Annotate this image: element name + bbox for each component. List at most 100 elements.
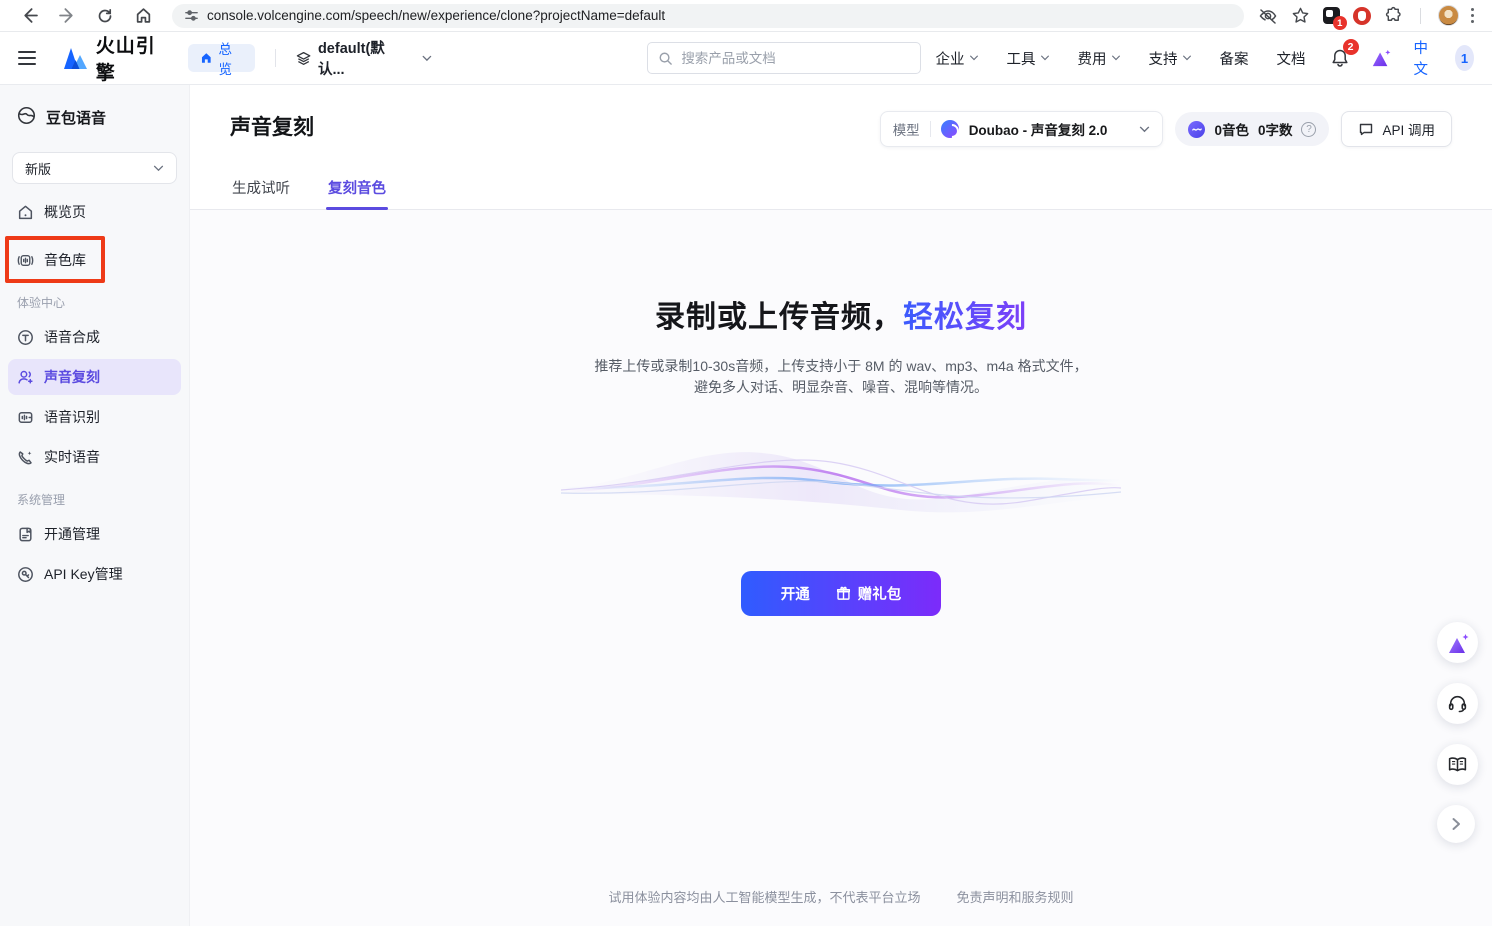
- adblock-extension-icon[interactable]: [1353, 7, 1371, 25]
- sidebar-item-label: 概览页: [44, 202, 86, 222]
- sidebar-item-api-key[interactable]: API Key管理: [8, 556, 181, 592]
- quota-chars: 0字数: [1258, 119, 1293, 139]
- sidebar-item-label: 开通管理: [44, 524, 100, 544]
- browser-menu-icon[interactable]: [1463, 4, 1482, 27]
- nav-menu-billing[interactable]: 费用: [1064, 48, 1135, 69]
- project-selector[interactable]: default(默认...: [296, 37, 433, 79]
- quota-wave-icon: [1188, 121, 1205, 138]
- sidebar: 豆包语音 新版 概览页 音色库 体验中心: [0, 85, 190, 926]
- nav-hamburger-icon[interactable]: [18, 51, 42, 65]
- voice-library-icon: [17, 252, 34, 269]
- model-selector[interactable]: 模型 Doubao - 声音复刻 2.0: [880, 111, 1164, 147]
- sidebar-section-experience: 体验中心: [0, 282, 189, 315]
- home-icon[interactable]: [124, 3, 162, 29]
- nav-menu-support[interactable]: 支持: [1135, 48, 1206, 69]
- hero-subtitle-line2: 避免多人对话、明显杂音、噪音、混响等情况。: [594, 377, 1087, 398]
- overview-label: 总览: [219, 38, 243, 78]
- nav-right-cluster: 企业 工具 费用 支持 备案 文档 2: [922, 37, 1475, 79]
- activation-doc-icon: [17, 526, 34, 543]
- membership-mountain-icon[interactable]: [1360, 48, 1402, 68]
- sidebar-item-overview[interactable]: 概览页: [8, 194, 181, 230]
- footer-links[interactable]: 免责声明和服务规则: [957, 887, 1074, 906]
- address-bar[interactable]: console.volcengine.com/speech/new/experi…: [172, 4, 1244, 28]
- support-button[interactable]: [1437, 683, 1478, 724]
- page-header: 声音复刻 模型 Doubao - 声音复刻 2.0 0音色: [190, 85, 1492, 147]
- extension-notes-icon[interactable]: 1: [1323, 7, 1340, 24]
- gift-icon: [836, 586, 851, 601]
- product-header: 豆包语音: [0, 101, 189, 130]
- site-settings-icon[interactable]: [184, 8, 199, 23]
- tab-generate-preview[interactable]: 生成试听: [230, 167, 292, 209]
- chevron-right-icon: [1450, 817, 1462, 831]
- sidebar-item-label: 实时语音: [44, 447, 100, 467]
- account-avatar[interactable]: 1: [1455, 45, 1474, 71]
- version-dropdown[interactable]: 新版: [12, 152, 177, 184]
- quota-voices: 0音色: [1214, 119, 1249, 139]
- hero-subtitle-line1: 推荐上传或录制10-30s音频，上传支持小于 8M 的 wav、mp3、m4a …: [594, 356, 1087, 377]
- model-value: Doubao - 声音复刻 2.0: [969, 119, 1108, 139]
- nav-menu-tools[interactable]: 工具: [993, 48, 1064, 69]
- page-title: 声音复刻: [230, 111, 314, 141]
- search-icon: [658, 51, 673, 66]
- global-search[interactable]: [647, 42, 921, 74]
- profile-avatar[interactable]: [1438, 5, 1459, 26]
- sidebar-item-label: 语音识别: [44, 407, 100, 427]
- floating-actions: [1437, 622, 1478, 843]
- speech-recognition-icon: [17, 409, 34, 426]
- tab-clone-voice[interactable]: 复刻音色: [326, 167, 388, 209]
- brand-name: 火山引擎: [96, 31, 166, 85]
- help-icon[interactable]: ?: [1301, 122, 1316, 137]
- main-panel: 声音复刻 模型 Doubao - 声音复刻 2.0 0音色: [190, 85, 1492, 926]
- collapse-button[interactable]: [1437, 805, 1475, 843]
- quota-pill[interactable]: 0音色 0字数 ?: [1175, 112, 1329, 146]
- sidebar-item-label: 语音合成: [44, 327, 100, 347]
- toolbar-divider: [1420, 8, 1421, 24]
- nav-menu-enterprise[interactable]: 企业: [922, 48, 993, 69]
- browser-extensions: 1: [1258, 5, 1459, 26]
- pill-divider: [930, 121, 931, 137]
- refresh-icon[interactable]: [86, 3, 124, 29]
- language-switcher[interactable]: 中文: [1402, 37, 1447, 79]
- sidebar-item-label: API Key管理: [44, 564, 123, 584]
- docs-button[interactable]: [1437, 744, 1478, 785]
- nav-menu-icp[interactable]: 备案: [1206, 48, 1263, 69]
- product-title: 豆包语音: [46, 107, 106, 128]
- api-key-icon: [17, 566, 34, 583]
- api-chat-icon: [1358, 121, 1374, 137]
- sidebar-item-realtime-voice[interactable]: 实时语音: [8, 439, 181, 475]
- chevron-down-icon: [153, 165, 164, 172]
- privacy-eye-icon[interactable]: [1258, 6, 1278, 26]
- sidebar-item-voice-library[interactable]: 音色库: [8, 242, 181, 278]
- api-call-label: API 调用: [1382, 119, 1435, 139]
- api-call-button[interactable]: API 调用: [1341, 111, 1452, 147]
- book-icon: [1447, 754, 1468, 775]
- sidebar-item-tts[interactable]: 语音合成: [8, 319, 181, 355]
- sidebar-item-activation[interactable]: 开通管理: [8, 516, 181, 552]
- page: console.volcengine.com/speech/new/experi…: [0, 0, 1492, 926]
- forward-icon[interactable]: [48, 3, 86, 29]
- ai-mountain-icon: [1446, 632, 1470, 654]
- extension-badge: 1: [1333, 16, 1347, 30]
- footer: 试用体验内容均由人工智能模型生成，不代表平台立场 免责声明和服务规则: [608, 887, 1073, 926]
- console-topnav: 火山引擎 总览 default(默认... 企业 工具 费用: [0, 32, 1492, 85]
- hero-subtitle: 推荐上传或录制10-30s音频，上传支持小于 8M 的 wav、mp3、m4a …: [594, 356, 1087, 398]
- sidebar-item-asr[interactable]: 语音识别: [8, 399, 181, 435]
- notification-badge: 2: [1343, 39, 1359, 55]
- sidebar-item-voice-clone[interactable]: 声音复刻: [8, 359, 181, 395]
- menu-label: 企业: [936, 48, 965, 69]
- volcengine-logo[interactable]: 火山引擎: [62, 31, 166, 85]
- search-input[interactable]: [681, 51, 910, 66]
- overview-button[interactable]: 总览: [188, 44, 255, 72]
- back-icon[interactable]: [10, 3, 48, 29]
- volcengine-logo-icon: [62, 47, 89, 69]
- url-text[interactable]: console.volcengine.com/speech/new/experi…: [207, 8, 665, 23]
- ai-assistant-button[interactable]: [1437, 622, 1478, 663]
- extensions-puzzle-icon[interactable]: [1384, 6, 1403, 25]
- bookmark-star-icon[interactable]: [1291, 6, 1310, 25]
- activate-gift-button[interactable]: 开通 赠礼包: [741, 571, 941, 616]
- project-name: default(默认...: [318, 37, 402, 79]
- waveform-graphic: [561, 438, 1121, 533]
- notifications-button[interactable]: 2: [1320, 48, 1360, 68]
- menu-label: 文档: [1277, 48, 1306, 69]
- nav-menu-docs[interactable]: 文档: [1263, 48, 1320, 69]
